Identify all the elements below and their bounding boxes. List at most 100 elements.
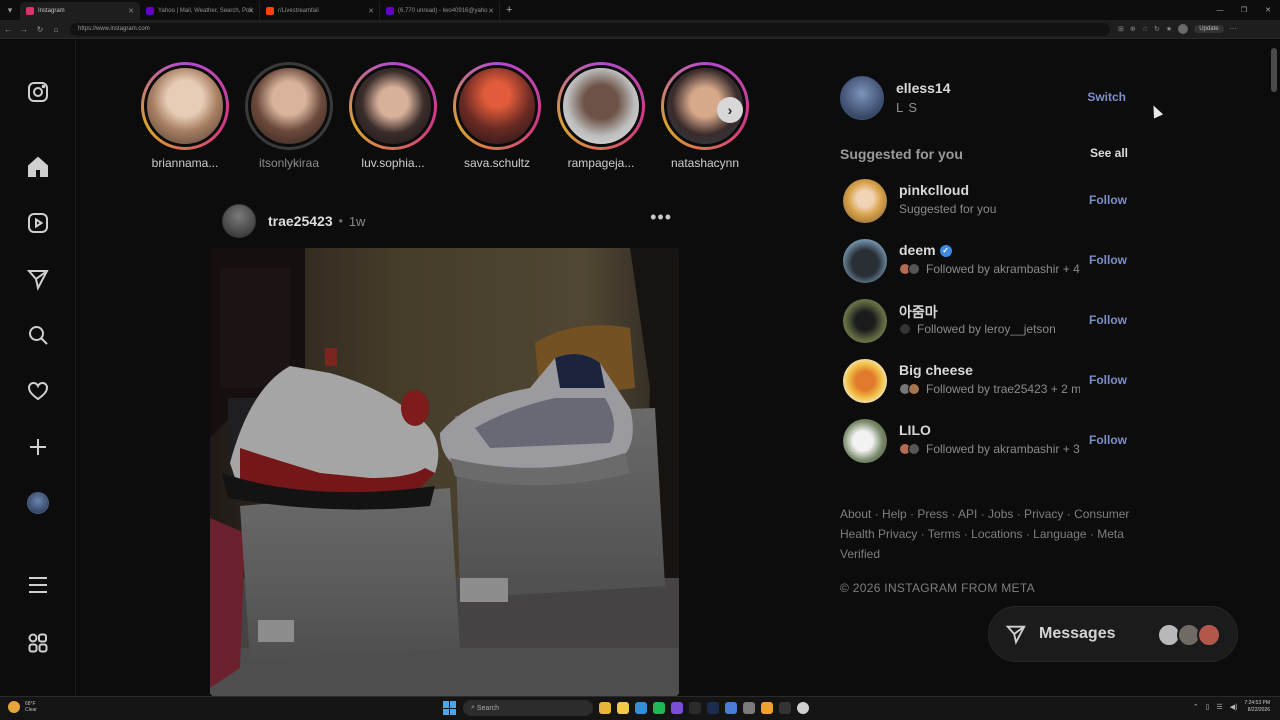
app-icon[interactable] [761,702,773,714]
story-item[interactable]: sava.schultz [452,62,542,170]
instagram-favicon-icon [26,7,34,15]
follow-button[interactable]: Follow [1089,433,1127,447]
suggestion-avatar[interactable] [843,419,887,463]
post-image[interactable] [210,248,679,696]
terminal-icon[interactable] [743,702,755,714]
close-tab-icon[interactable]: ✕ [488,7,494,15]
suggestion-username: deem ✓ [899,242,952,258]
mutual-followers-avatars [899,383,920,395]
tray-chevron-icon[interactable]: ⌃ [1193,703,1199,711]
photoshop-icon[interactable] [707,702,719,714]
new-tab-button[interactable]: + [506,4,512,16]
instagram-page: briannama... itsonlykiraa luv.sophia... … [0,40,1280,696]
app-icon[interactable] [797,702,809,714]
story-avatar [456,65,538,147]
instagram-logo-icon[interactable] [24,78,52,106]
update-button[interactable]: Update [1194,25,1224,33]
favorite-star-icon[interactable]: ☆ [1142,25,1148,33]
battery-icon[interactable]: ▯ [1206,703,1210,711]
close-tab-icon[interactable]: ✕ [248,7,254,15]
see-all-link[interactable]: See all [1090,146,1128,162]
suggestion-avatar[interactable] [843,239,887,283]
footer-links[interactable]: About · Help · Press · API · Jobs · Priv… [840,504,1140,564]
sync-icon[interactable]: ↻ [1154,25,1160,33]
suggestion-reason-text: Followed by leroy__jetson [917,322,1056,336]
switch-account-button[interactable]: Switch [1087,90,1126,104]
refresh-icon[interactable]: ↻ [32,25,48,34]
current-user-username[interactable]: elless14 [896,80,951,96]
profile-avatar[interactable] [27,492,49,514]
weather-widget[interactable]: 68°F Clear [8,701,37,713]
app-icon[interactable] [725,702,737,714]
story-item[interactable]: briannama... [140,62,230,170]
close-tab-icon[interactable]: ✕ [128,7,134,15]
suggestion-avatar[interactable] [843,299,887,343]
post-options-icon[interactable]: ••• [650,207,672,228]
edge-icon[interactable] [635,702,647,714]
app-icon[interactable] [779,702,791,714]
tab-label: (6,770 unread) - lwo40916@yaho [398,8,488,14]
stories-next-button[interactable]: › [717,97,743,123]
story-username: luv.sophia... [361,156,425,170]
messages-button[interactable]: Messages [988,606,1238,662]
follow-button[interactable]: Follow [1089,253,1127,267]
follow-button[interactable]: Follow [1089,373,1127,387]
current-user-avatar[interactable] [840,76,884,120]
post-timestamp[interactable]: 1w [349,214,366,229]
forward-icon[interactable]: → [16,25,32,34]
taskbar-search-input[interactable]: ⌕ Search [463,700,593,716]
story-ring [557,62,645,150]
direct-messages-icon[interactable] [24,265,52,293]
story-item[interactable]: rampageja... [556,62,646,170]
windows-start-icon[interactable] [443,701,457,715]
page-scrollbar[interactable] [1271,48,1277,92]
tab-yahoo[interactable]: Yahoo | Mail, Weather, Search, Poli ✕ [140,2,260,20]
home-icon[interactable]: ⌂ [48,25,64,34]
more-menu-icon[interactable]: ⋯ [1230,25,1237,33]
tab-label: Instagram [38,8,65,14]
also-from-meta-icon[interactable] [24,629,52,657]
suggestion-username[interactable]: pinkclloud [899,182,969,198]
create-plus-icon[interactable] [24,433,52,461]
tab-menu-icon[interactable]: ▾ [0,0,20,20]
tab-instagram[interactable]: Instagram ✕ [20,2,140,20]
close-window-icon[interactable]: ✕ [1256,6,1280,14]
app-icon[interactable] [689,702,701,714]
suggestion-username[interactable]: Big cheese [899,362,973,378]
home-icon[interactable] [24,153,52,181]
tab-yahoo-mail[interactable]: (6,770 unread) - lwo40916@yaho ✕ [380,2,500,20]
minimize-icon[interactable]: — [1208,7,1232,14]
back-icon[interactable]: ← [0,25,16,34]
close-tab-icon[interactable]: ✕ [368,7,374,15]
post-author-avatar[interactable] [222,204,256,238]
suggestion-username-text[interactable]: deem [899,242,936,258]
suggestion-username[interactable]: LILO [899,422,931,438]
suggestion-avatar[interactable] [843,359,887,403]
more-menu-icon[interactable] [24,571,52,599]
suggestion-avatar[interactable] [843,179,887,223]
story-item[interactable]: itsonlykiraa [244,62,334,170]
story-avatar [352,65,434,147]
follow-button[interactable]: Follow [1089,313,1127,327]
search-icon[interactable] [24,321,52,349]
post-author-username[interactable]: trae25423 [268,213,333,229]
suggestion-username[interactable]: 아줌마 [899,302,938,322]
twitch-icon[interactable] [671,702,683,714]
favorites-icon[interactable]: ★ [1166,25,1172,33]
clock[interactable]: 7:24:53 PM 8/22/2026 [1244,700,1270,714]
story-item[interactable]: luv.sophia... [348,62,438,170]
spotify-icon[interactable] [653,702,665,714]
chrome-icon[interactable] [599,702,611,714]
url-input[interactable]: https://www.instagram.com [70,22,1110,36]
extensions-icon[interactable]: ⊞ [1118,25,1124,33]
profile-avatar[interactable] [1178,24,1189,34]
follow-button[interactable]: Follow [1089,193,1127,207]
notifications-heart-icon[interactable] [24,377,52,405]
network-icon[interactable]: ☰ [1216,703,1222,711]
file-explorer-icon[interactable] [617,702,629,714]
tab-reddit[interactable]: r/Livestreamfail ✕ [260,2,380,20]
volume-icon[interactable]: ◀) [1230,703,1238,711]
reels-icon[interactable] [24,209,52,237]
restore-icon[interactable]: ❐ [1232,6,1256,14]
zoom-icon[interactable]: ⊕ [1130,25,1136,33]
